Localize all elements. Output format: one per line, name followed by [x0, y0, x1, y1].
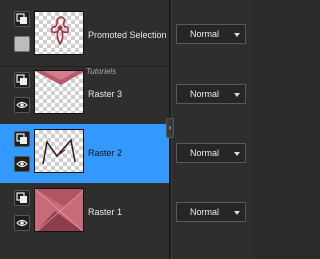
layer-thumbnail: [34, 11, 84, 55]
layers-icon[interactable]: [14, 190, 30, 206]
eye-icon[interactable]: [14, 215, 30, 231]
eye-icon[interactable]: [14, 156, 30, 172]
layer-thumbnail: [34, 129, 84, 173]
watermark-text: Tutoriels: [86, 67, 117, 76]
layers-icon[interactable]: [14, 72, 30, 88]
blend-mode-select[interactable]: Normal: [176, 202, 246, 222]
layer-name: Raster 2: [88, 148, 123, 158]
mask-square-icon[interactable]: [14, 36, 30, 52]
layers-panel: Promoted Selection Raster 3 Tutoriels Ra…: [0, 0, 252, 259]
blend-mode-value: Normal: [190, 89, 220, 99]
layer-row-promoted-selection[interactable]: Promoted Selection: [0, 6, 169, 65]
blend-mode-select[interactable]: Normal: [176, 24, 246, 44]
layer-name: Raster 1: [88, 207, 123, 217]
layers-icon[interactable]: [14, 131, 30, 147]
chevron-down-icon: [234, 211, 240, 215]
layer-name: Promoted Selection: [88, 30, 167, 40]
layer-thumbnail: [34, 70, 84, 114]
grip-arrow-icon[interactable]: ›: [166, 118, 174, 138]
chevron-down-icon: [234, 152, 240, 156]
layer-name: Raster 3: [88, 89, 123, 99]
layer-row-raster-3[interactable]: Raster 3 Tutoriels: [0, 65, 169, 124]
blend-mode-value: Normal: [190, 29, 220, 39]
layer-row-raster-1[interactable]: Raster 1: [0, 183, 169, 242]
layer-thumbnail: [34, 188, 84, 232]
chevron-down-icon: [234, 93, 240, 97]
layer-row-raster-2[interactable]: Raster 2: [0, 124, 169, 183]
layers-list: Promoted Selection Raster 3 Tutoriels Ra…: [0, 0, 170, 259]
chevron-down-icon: [234, 33, 240, 37]
blend-mode-select[interactable]: Normal: [176, 84, 246, 104]
blend-mode-value: Normal: [190, 148, 220, 158]
layers-icon[interactable]: [14, 11, 30, 27]
blend-mode-select[interactable]: Normal: [176, 143, 246, 163]
blend-mode-value: Normal: [190, 207, 220, 217]
eye-icon[interactable]: [14, 97, 30, 113]
